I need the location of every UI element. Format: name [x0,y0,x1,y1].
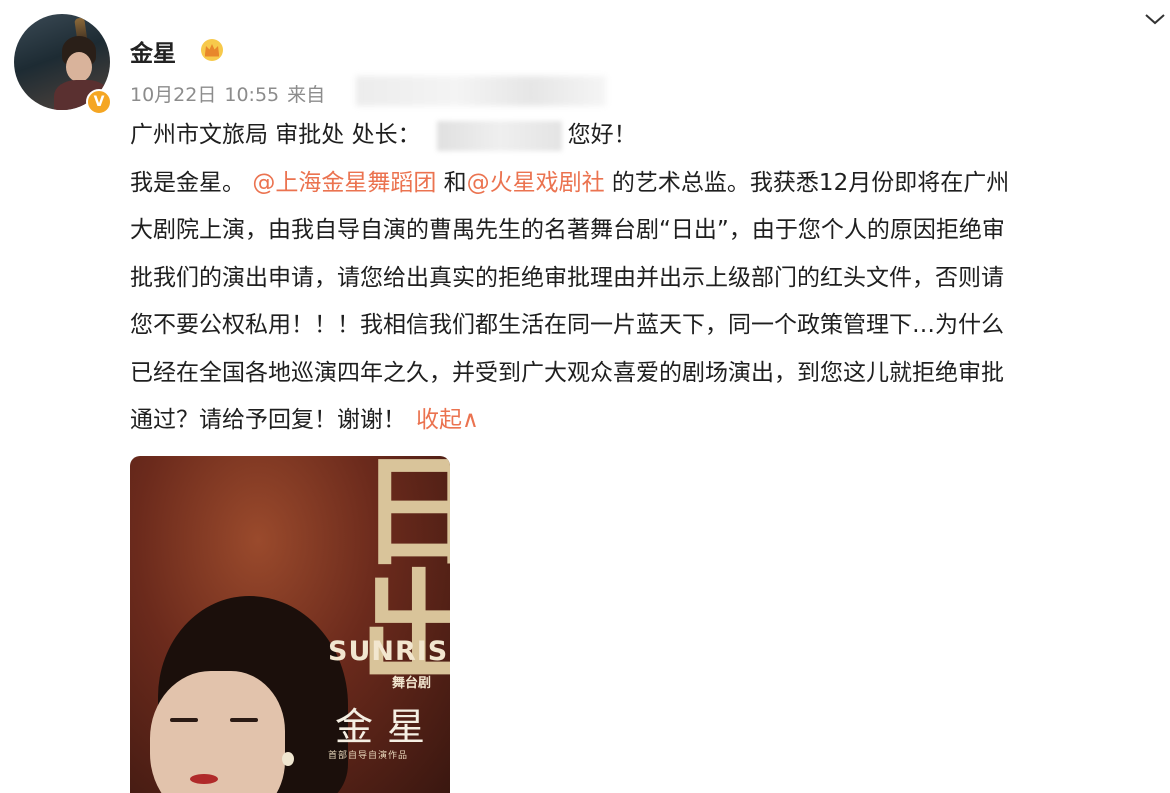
avatar-face [66,52,92,82]
content-line: 您不要公权私用！！！我相信我们都生活在同一片蓝天下，同一个政策管理下…为什么 [130,312,1004,338]
content-line: 已经在全国各地巡演四年之久，并受到广大观众喜爱的剧场演出，到您这儿就拒绝审批 [130,359,1004,386]
chevron-down-icon[interactable] [1142,10,1168,28]
mention-link[interactable]: @上海金星舞蹈团 [252,170,436,196]
poster-eye [170,718,198,722]
content-text: 的艺术总监。我获悉12月份即将在广州 [604,169,1010,196]
verified-badge-icon: V [86,89,112,115]
poster-title-en: SUNRISE [328,636,450,667]
username[interactable]: 金星 [130,34,176,68]
post-meta: 10月22日 10:55 来自 [130,80,333,107]
poster-earring [282,752,294,766]
poster-subtitle: 舞台剧 [392,676,432,691]
post-source-prefix: 来自 [287,84,326,106]
content-line: 我是金星。 @上海金星舞蹈团 和@火星戏剧社 的艺术总监。我获悉12月份即将在广… [130,160,1160,208]
blurred-source [356,76,606,106]
blurred-name [436,120,562,151]
content-line: 批我们的演出申请，请您给出真实的拒绝审批理由并出示上级部门的红头文件，否则请 [130,264,1004,291]
crown-icon [201,39,223,61]
content-text: 通过？请给予回复！谢谢！ [130,407,406,433]
poster-credit: 首部自导自演作品 [328,751,409,761]
post-time[interactable]: 10:55 [224,84,279,106]
poster-star-name: 金星 [335,705,440,749]
post-image[interactable]: 日出 SUNRISE 舞台剧 金星 首部自导自演作品 [130,456,450,793]
poster-face [150,671,285,793]
content-text: 广州市文旅局 审批处 处长： [130,122,421,148]
content-text: 我是金星。 [130,169,245,196]
content-text: 您好！ [567,122,637,148]
mention-link[interactable]: @火星戏剧社 [467,170,605,196]
collapse-link[interactable]: 收起∧ [416,407,479,433]
content-line: 大剧院上演，由我自导自演的曹禺先生的名著舞台剧“日出”，由于您个人的原因拒绝审 [130,217,1005,243]
content-line: 通过？请给予回复！谢谢！ 收起∧ [130,397,1160,445]
poster-eye [230,718,258,722]
content-text: 和 [436,169,467,196]
content-line: 广州市文旅局 审批处 处长： 您好！ [130,112,1160,160]
post-content: 广州市文旅局 审批处 处长： 您好！ 我是金星。 @上海金星舞蹈团 和@火星戏剧社… [130,112,1160,445]
poster-lips [190,774,218,784]
post-date[interactable]: 10月22日 [130,84,216,106]
